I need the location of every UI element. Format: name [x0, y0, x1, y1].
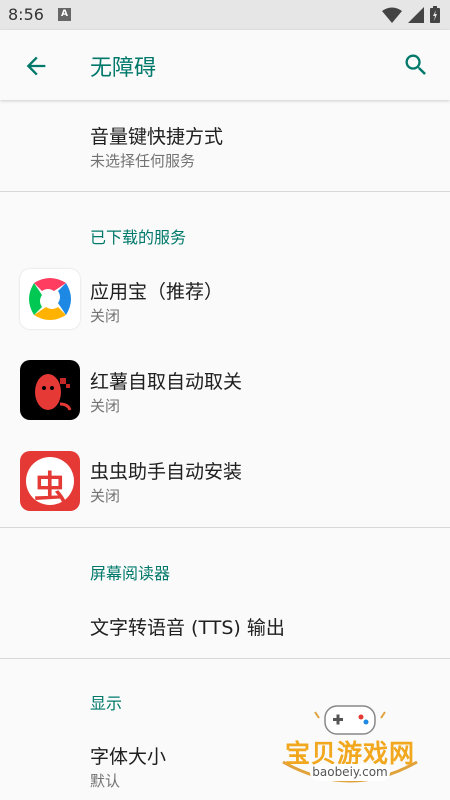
- divider: [0, 191, 450, 192]
- tts-output-title: 文字转语音 (TTS) 输出: [90, 617, 285, 639]
- volume-shortcut-summary: 未选择任何服务: [90, 152, 196, 170]
- section-header-screen-reader: 屏幕阅读器: [90, 564, 171, 583]
- sweet-potato-app-icon: [20, 360, 80, 420]
- search-icon[interactable]: [402, 51, 430, 79]
- wifi-icon: [382, 7, 402, 23]
- list-item[interactable]: 红薯自取自动取关 关闭: [0, 345, 450, 433]
- list-item-title: 应用宝（推荐）: [90, 281, 224, 303]
- font-size-title: 字体大小: [90, 746, 167, 768]
- volume-shortcut-title: 音量键快捷方式: [90, 126, 224, 148]
- app-bar: 无障碍: [0, 30, 450, 100]
- watermark: 宝贝游戏网 baobeiy.com: [275, 700, 425, 792]
- list-item-title: 红薯自取自动取关: [90, 371, 243, 393]
- status-time: 8:56: [8, 5, 44, 24]
- divider: [0, 527, 450, 528]
- chongchong-app-icon: 虫: [20, 451, 80, 511]
- status-bar: 8:56 A: [0, 0, 450, 30]
- notification-icon: A: [58, 8, 71, 21]
- section-header-display: 显示: [90, 694, 123, 713]
- list-item[interactable]: 虫 虫虫助手自动安装 关闭: [0, 435, 450, 525]
- list-item-title: 虫虫助手自动安装: [90, 461, 243, 483]
- section-header-downloaded: 已下载的服务: [90, 228, 187, 247]
- arrow-back-icon[interactable]: [22, 52, 50, 80]
- watermark-url: baobeiy.com: [310, 764, 390, 781]
- list-item[interactable]: 应用宝（推荐） 关闭: [0, 255, 450, 343]
- tts-output-item[interactable]: 文字转语音 (TTS) 输出: [0, 595, 450, 655]
- divider: [0, 658, 450, 659]
- list-item-summary: 关闭: [90, 307, 121, 325]
- volume-shortcut-item[interactable]: 音量键快捷方式 未选择任何服务: [0, 100, 450, 191]
- battery-icon: [430, 6, 440, 23]
- yingyongbao-app-icon: [20, 269, 80, 329]
- chongchong-app-glyph: 虫: [33, 468, 66, 506]
- signal-icon: [408, 6, 424, 23]
- list-item-summary: 关闭: [90, 487, 121, 505]
- list-item-summary: 关闭: [90, 397, 121, 415]
- page-title: 无障碍: [90, 56, 157, 81]
- font-size-summary: 默认: [90, 772, 121, 790]
- status-icons: [382, 6, 440, 23]
